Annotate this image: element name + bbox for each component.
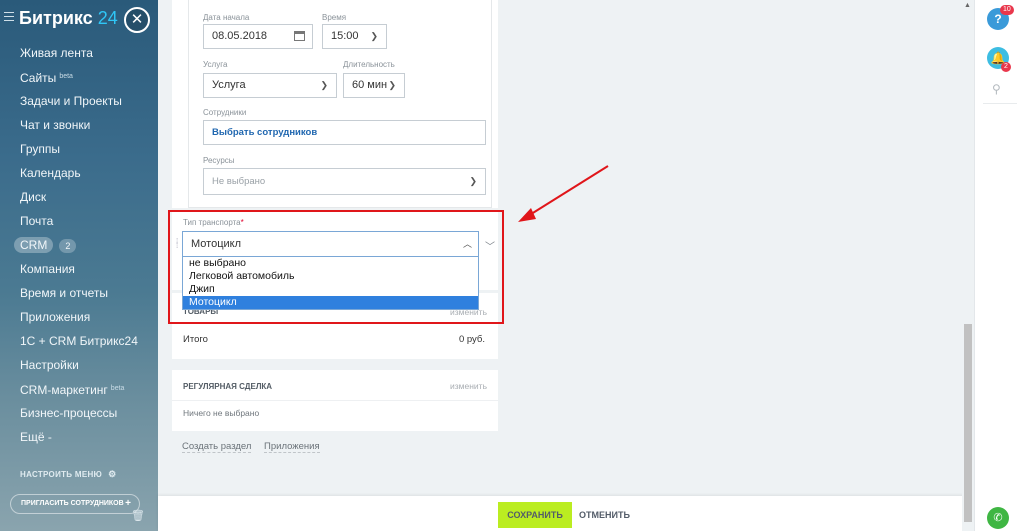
sidebar-item-chat[interactable]: Чат и звонки — [0, 113, 158, 137]
sidebar-item-feed[interactable]: Живая лента — [0, 41, 158, 65]
cancel-button[interactable]: ОТМЕНИТЬ — [579, 502, 630, 528]
highlight-box — [168, 210, 504, 324]
sidebar-item-label: 1С + CRM Битрикс24 — [20, 334, 138, 348]
duration-value: 60 мин — [352, 79, 388, 91]
sidebar-item-company[interactable]: Компания — [0, 257, 158, 281]
trash-icon[interactable]: 🗑 — [131, 509, 145, 522]
sidebar-item-label: Сайты — [20, 71, 57, 85]
sidebar-item-label: Группы — [20, 142, 60, 156]
sidebar-item-crm-marketing[interactable]: CRM-маркетинг beta — [0, 377, 158, 401]
create-section-link[interactable]: Создать раздел — [182, 441, 252, 453]
logo-number: 24 — [97, 8, 118, 28]
sidebar-item-apps[interactable]: Приложения — [0, 305, 158, 329]
hamburger-icon[interactable] — [4, 12, 14, 22]
chevron-down-icon: ❯ — [388, 80, 396, 90]
scroll-up-icon[interactable]: ▲ — [964, 2, 971, 9]
sidebar-item-label: CRM-маркетинг — [20, 383, 108, 397]
sidebar-item-label: Живая лента — [20, 46, 93, 60]
service-label: Услуга — [203, 60, 228, 69]
sidebar-item-time[interactable]: Время и отчеты — [0, 281, 158, 305]
sidebar-item-mail[interactable]: Почта — [0, 209, 158, 233]
resources-placeholder: Не выбрано — [212, 176, 266, 187]
sidebar-item-label: Компания — [20, 262, 75, 276]
close-icon[interactable]: ✕ — [124, 7, 150, 33]
sidebar-menu: Живая лента Сайты beta Задачи и Проекты Ч… — [0, 41, 158, 449]
resources-label: Ресурсы — [203, 156, 235, 165]
configure-menu-label: НАСТРОИТЬ МЕНЮ — [20, 470, 103, 479]
phone-icon[interactable]: ✆ — [987, 507, 1009, 529]
search-icon[interactable]: ⚲ — [992, 82, 1001, 96]
gear-icon: ⚙ — [108, 469, 117, 479]
products-total-label: Итого — [183, 334, 208, 345]
sidebar-item-1c[interactable]: 1С + CRM Битрикс24 — [0, 329, 158, 353]
bottom-links: Создать раздел Приложения — [182, 441, 330, 453]
regular-deal-section: РЕГУЛЯРНАЯ СДЕЛКА изменить Ничего не выб… — [172, 370, 498, 431]
sidebar-item-label: Бизнес-процессы — [20, 406, 118, 420]
apps-link[interactable]: Приложения — [264, 441, 320, 453]
left-sidebar: Битрикс 24 ✕ Живая лента Сайты beta Задач… — [0, 0, 158, 531]
chevron-down-icon: ❯ — [370, 31, 378, 41]
invite-button[interactable]: ПРИГЛАСИТЬ СОТРУДНИКОВ + — [10, 494, 140, 514]
divider — [983, 103, 1017, 104]
sidebar-item-sites[interactable]: Сайты beta — [0, 65, 158, 89]
date-value: 08.05.2018 — [212, 30, 268, 42]
calendar-icon[interactable] — [294, 31, 305, 41]
resources-select[interactable]: Не выбрано ❯ — [203, 168, 486, 195]
regular-deal-empty: Ничего не выбрано — [183, 408, 260, 418]
booking-panel: Дата начала 08.05.2018 Время 15:00 ❯ Услу… — [172, 0, 498, 208]
chevron-down-icon: ❯ — [320, 80, 328, 90]
sidebar-header: Битрикс 24 ✕ — [0, 0, 158, 40]
help-badge: 10 — [1000, 5, 1014, 15]
regular-deal-change-link[interactable]: изменить — [450, 381, 487, 391]
beta-badge: beta — [110, 385, 125, 392]
invite-label: ПРИГЛАСИТЬ СОТРУДНИКОВ — [21, 500, 124, 507]
sidebar-item-label: Календарь — [20, 166, 81, 180]
sidebar-item-label: Почта — [20, 214, 54, 228]
sidebar-item-label: Приложения — [20, 310, 91, 324]
save-button[interactable]: СОХРАНИТЬ — [498, 502, 572, 528]
scrollbar-thumb[interactable] — [964, 324, 972, 522]
date-field[interactable]: 08.05.2018 — [203, 24, 313, 49]
duration-select[interactable]: 60 мин ❯ — [343, 73, 405, 98]
sidebar-item-label: Диск — [20, 190, 47, 204]
time-value: 15:00 — [331, 30, 359, 42]
sidebar-item-tasks[interactable]: Задачи и Проекты — [0, 89, 158, 113]
sidebar-item-disk[interactable]: Диск — [0, 185, 158, 209]
right-panel: ? 10 🔔 2 ⚲ ✆ — [974, 0, 1024, 531]
sidebar-item-bp[interactable]: Бизнес-процессы — [0, 401, 158, 425]
booking-subpanel: Дата начала 08.05.2018 Время 15:00 ❯ Услу… — [188, 0, 492, 208]
sidebar-item-crm[interactable]: CRM 2 — [0, 233, 158, 257]
time-label: Время — [322, 13, 347, 22]
notification-badge: 2 — [1001, 62, 1011, 72]
sidebar-item-groups[interactable]: Группы — [0, 137, 158, 161]
logo[interactable]: Битрикс 24 — [19, 8, 118, 29]
beta-badge: beta — [59, 73, 73, 80]
vertical-scrollbar[interactable]: ▲ — [962, 0, 974, 531]
regular-deal-heading: РЕГУЛЯРНАЯ СДЕЛКА — [183, 382, 273, 391]
sidebar-item-label: Ещё - — [20, 430, 52, 444]
sidebar-item-settings[interactable]: Настройки — [0, 353, 158, 377]
products-total-value: 0 руб. — [458, 334, 485, 345]
time-select[interactable]: 15:00 ❯ — [322, 24, 387, 49]
sidebar-item-label: Настройки — [20, 358, 79, 372]
duration-label: Длительность — [343, 60, 395, 69]
configure-menu-link[interactable]: НАСТРОИТЬ МЕНЮ ⚙ — [20, 469, 117, 480]
sidebar-item-more[interactable]: Ещё - — [0, 425, 158, 449]
divider — [172, 400, 498, 401]
sidebar-item-label: Время и отчеты — [20, 286, 109, 300]
sidebar-item-label: Чат и звонки — [20, 118, 91, 132]
sidebar-item-calendar[interactable]: Календарь — [0, 161, 158, 185]
service-select[interactable]: Услуга ❯ — [203, 73, 337, 98]
chevron-down-icon: ❯ — [469, 176, 477, 186]
logo-name: Битрикс — [19, 8, 93, 28]
sidebar-item-label: CRM — [14, 237, 54, 253]
select-staff-link[interactable]: Выбрать сотрудников — [203, 120, 486, 145]
footer-bar: СОХРАНИТЬ ОТМЕНИТЬ — [158, 496, 974, 531]
staff-label: Сотрудники — [203, 108, 247, 117]
counter-badge: 2 — [59, 239, 77, 253]
service-value: Услуга — [212, 79, 246, 91]
sidebar-item-label: Задачи и Проекты — [20, 94, 122, 108]
date-label: Дата начала — [203, 13, 250, 22]
